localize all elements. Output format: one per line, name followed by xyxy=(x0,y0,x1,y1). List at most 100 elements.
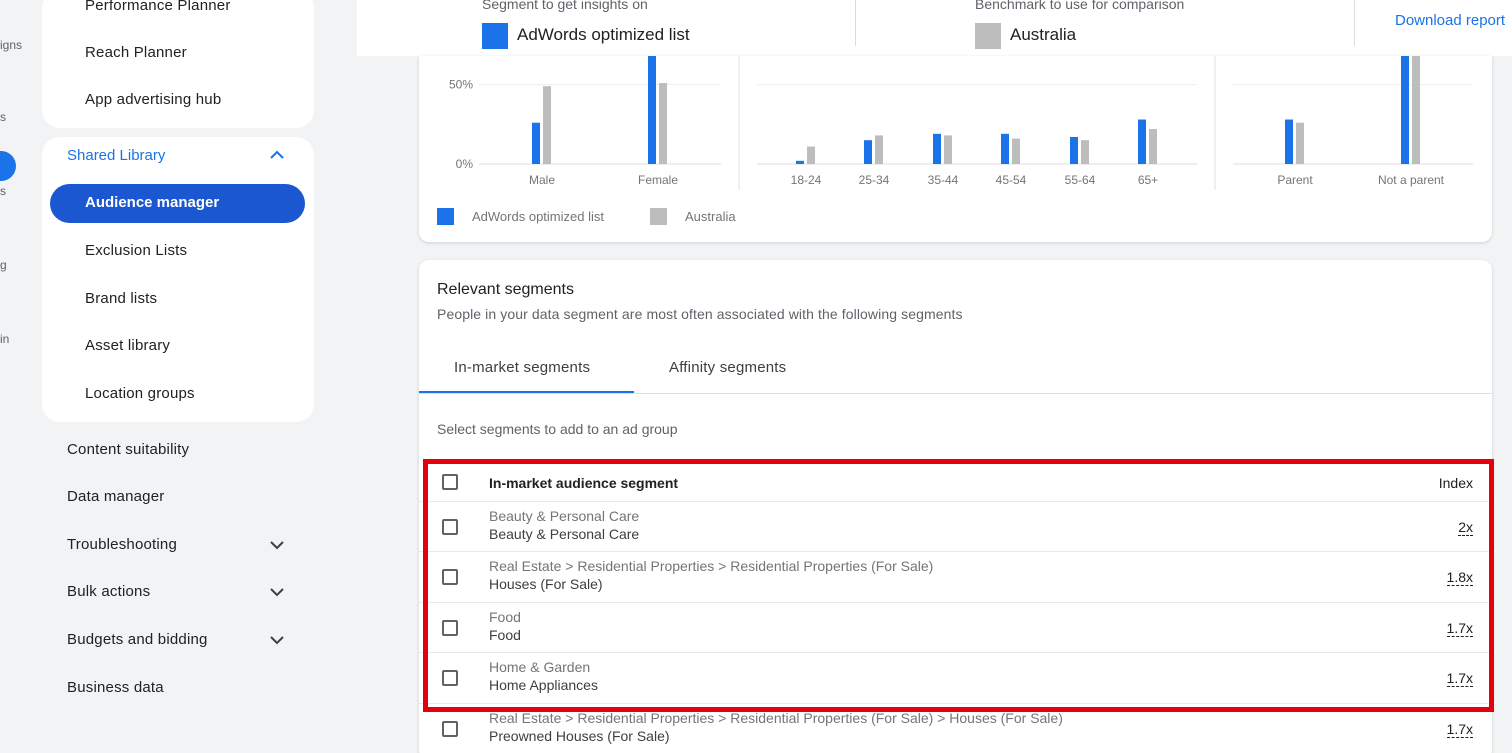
bar-benchmark xyxy=(1012,138,1020,164)
table-row[interactable]: Real Estate > Residential Properties > R… xyxy=(419,704,1492,753)
chevron-down-icon[interactable] xyxy=(268,631,286,649)
row-checkbox[interactable] xyxy=(442,519,458,535)
bar-benchmark xyxy=(1296,122,1304,164)
segment-path: Home & Garden xyxy=(489,659,591,675)
bar-benchmark xyxy=(1149,129,1157,164)
divider xyxy=(419,393,1492,394)
segment-select[interactable]: AdWords optimized list xyxy=(517,25,690,45)
sidebar-item-audience-manager[interactable]: Audience manager xyxy=(50,184,305,223)
row-checkbox[interactable] xyxy=(442,670,458,686)
sidebar-item-asset-library[interactable]: Asset library xyxy=(85,337,170,354)
row-checkbox[interactable] xyxy=(442,569,458,585)
x-tick-label: Male xyxy=(529,173,555,187)
benchmark-color-swatch xyxy=(975,23,1001,49)
sidebar: Performance Planner Reach Planner App ad… xyxy=(40,0,320,753)
segment-path: Food xyxy=(489,609,521,625)
x-tick-label: 25-34 xyxy=(859,173,890,187)
column-header-index[interactable]: Index xyxy=(1439,475,1473,491)
tab-in-market-segments[interactable]: In-market segments xyxy=(454,359,590,376)
bar-segment xyxy=(933,133,941,164)
select-all-checkbox[interactable] xyxy=(442,474,458,490)
table-row[interactable]: Beauty & Personal Care Beauty & Personal… xyxy=(419,502,1492,552)
segment-color-swatch xyxy=(482,23,508,49)
sidebar-item-location-groups[interactable]: Location groups xyxy=(85,385,195,402)
benchmark-select[interactable]: Australia xyxy=(1010,25,1076,45)
x-tick-label: 35-44 xyxy=(928,173,959,187)
bar-segment xyxy=(1070,137,1078,164)
tab-affinity-segments[interactable]: Affinity segments xyxy=(669,359,786,376)
sidebar-item-bulk-actions[interactable]: Bulk actions xyxy=(67,583,150,600)
bar-benchmark xyxy=(1412,56,1420,164)
sidebar-item-budgets-and-bidding[interactable]: Budgets and bidding xyxy=(67,631,208,648)
section-title: Relevant segments xyxy=(437,281,574,298)
column-header-segment: In-market audience segment xyxy=(489,475,679,491)
sidebar-item-reach-planner[interactable]: Reach Planner xyxy=(85,44,187,61)
segment-path: Beauty & Personal Care xyxy=(489,508,640,524)
table-row[interactable]: Home & Garden Home Appliances 1.7x xyxy=(419,653,1492,704)
row-checkbox[interactable] xyxy=(442,620,458,636)
bar-benchmark xyxy=(944,135,952,164)
rail-active-icon[interactable] xyxy=(0,151,16,181)
row-checkbox[interactable] xyxy=(442,721,458,737)
bar-benchmark xyxy=(543,86,551,164)
y-tick-label: 50% xyxy=(449,78,473,92)
divider xyxy=(1354,0,1355,46)
shared-library-header[interactable]: Shared Library xyxy=(67,147,165,164)
bar-segment xyxy=(532,122,540,164)
segment-name: Home Appliances xyxy=(489,677,598,693)
x-tick-label: 55-64 xyxy=(1065,173,1096,187)
rail-label: igns xyxy=(0,38,23,52)
bar-benchmark xyxy=(1081,140,1089,164)
segment-index[interactable]: 2x xyxy=(1458,519,1473,536)
legend-swatch-segment xyxy=(437,208,454,225)
table-header: In-market audience segment Index xyxy=(419,457,1492,502)
sidebar-item-business-data[interactable]: Business data xyxy=(67,679,164,696)
sidebar-item-app-advertising-hub[interactable]: App advertising hub xyxy=(85,91,221,108)
section-subtitle: People in your data segment are most oft… xyxy=(437,306,963,322)
segment-index[interactable]: 1.7x xyxy=(1446,620,1473,637)
chevron-down-icon[interactable] xyxy=(268,536,286,554)
x-tick-label: 45-54 xyxy=(996,173,1027,187)
segment-index[interactable]: 1.8x xyxy=(1446,569,1473,586)
rail-label: s xyxy=(0,110,6,124)
demographics-chart-card: 50% 0% Male Female 18-24 25-34 35-44 45-54 55-64… xyxy=(419,56,1492,242)
chevron-down-icon[interactable] xyxy=(268,583,286,601)
x-tick-label: 65+ xyxy=(1138,173,1158,187)
shared-library-card xyxy=(42,137,314,422)
x-tick-label: Not a parent xyxy=(1378,173,1445,187)
x-tick-label: 18-24 xyxy=(791,173,822,187)
bar-segment xyxy=(796,160,804,164)
segment-index[interactable]: 1.7x xyxy=(1446,670,1473,687)
tools-card xyxy=(42,0,314,128)
segment-index[interactable]: 1.7x xyxy=(1446,721,1473,738)
download-report-link[interactable]: Download report xyxy=(1395,12,1505,29)
legend-label-benchmark: Australia xyxy=(685,209,736,224)
sidebar-item-data-manager[interactable]: Data manager xyxy=(67,488,164,505)
left-rail: igns s s g in xyxy=(0,0,40,753)
divider xyxy=(855,0,856,46)
bar-benchmark xyxy=(875,135,883,164)
sidebar-item-exclusion-lists[interactable]: Exclusion Lists xyxy=(85,242,187,259)
segment-label: Segment to get insights on xyxy=(482,0,648,12)
segment-path: Real Estate > Residential Properties > R… xyxy=(489,558,934,574)
table-row[interactable]: Food Food 1.7x xyxy=(419,603,1492,653)
demographics-charts: 50% 0% Male Female 18-24 25-34 35-44 45-54 55-64… xyxy=(437,56,1473,225)
rail-label: g xyxy=(0,258,7,272)
bar-benchmark xyxy=(807,146,815,164)
y-tick-label: 0% xyxy=(456,157,474,171)
sidebar-item-brand-lists[interactable]: Brand lists xyxy=(85,290,157,307)
bar-segment xyxy=(1401,56,1409,164)
segment-path: Real Estate > Residential Properties > R… xyxy=(489,710,1063,726)
segment-name: Houses (For Sale) xyxy=(489,576,603,592)
chevron-up-icon[interactable] xyxy=(268,146,286,164)
legend-label-segment: AdWords optimized list xyxy=(472,209,604,224)
table-row[interactable]: Real Estate > Residential Properties > R… xyxy=(419,552,1492,603)
sidebar-item-content-suitability[interactable]: Content suitability xyxy=(67,441,189,458)
sidebar-item-troubleshooting[interactable]: Troubleshooting xyxy=(67,536,177,553)
bar-segment xyxy=(1001,133,1009,164)
benchmark-label: Benchmark to use for comparison xyxy=(975,0,1185,12)
sidebar-item-performance-planner[interactable]: Performance Planner xyxy=(85,0,231,14)
insights-selector-bar: Segment to get insights on AdWords optim… xyxy=(357,0,1512,56)
rail-label: in xyxy=(0,332,10,346)
x-tick-label: Parent xyxy=(1277,173,1313,187)
